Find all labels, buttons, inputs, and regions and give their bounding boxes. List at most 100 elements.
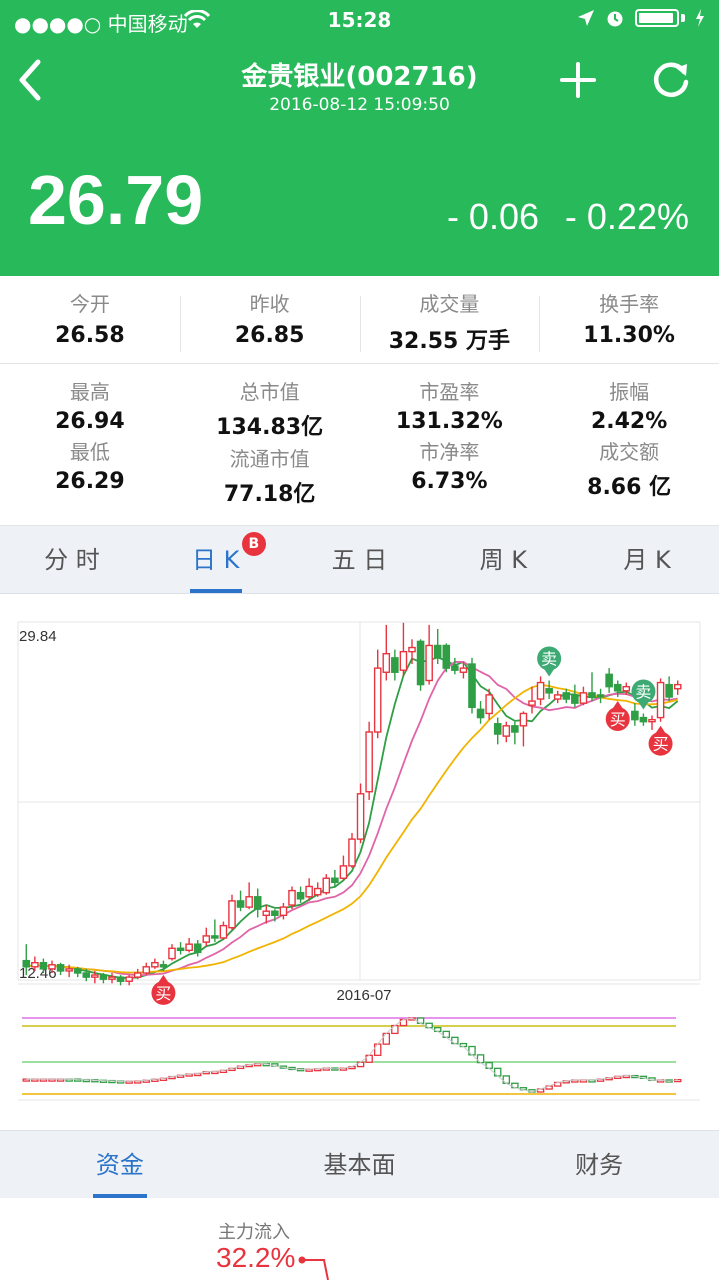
candle-body [511,725,519,733]
candle [151,958,159,969]
candle-body [562,692,571,700]
stat-label: 流通市值 [229,447,310,471]
chart-tabs: 分 时 日 K B 五 日 周 K 月 K [0,526,719,594]
candle [639,713,648,726]
marker-label: 卖 [635,682,651,701]
refresh-button[interactable] [648,56,694,102]
add-watchlist-button[interactable] [556,58,600,102]
candle-body [613,683,622,692]
candles [22,622,682,986]
price-change: - 0.06 [446,196,539,237]
candle-body [468,663,476,708]
tab-active-indicator [189,589,242,593]
price-change-percent: - 0.22% [564,196,689,237]
candle [322,874,331,895]
candle-body [331,877,339,884]
candle-body [356,793,365,840]
stat-label: 换手率 [599,292,660,316]
stat-volume: 成交量 32.55 万手 [359,276,540,363]
indicator-bars [22,1017,682,1093]
candle [588,672,596,702]
candle-body [31,961,39,968]
candle [579,686,588,706]
tab-label: 五 日 [331,546,388,574]
candle [142,962,151,976]
ma20-line [26,683,678,974]
candle [99,972,108,984]
x-axis-label: 2016-07 [336,987,391,1004]
tab-monthly-k[interactable]: 月 K [575,526,719,593]
tab-label: 周 K [479,546,527,574]
candle-body [142,966,151,974]
candle [536,676,545,706]
candle-body [476,708,485,719]
stat-col-market-cap: 总市值 134.83亿 流通市值 77.18亿 [180,364,360,525]
candle-body [271,910,279,917]
indicator-panel [22,1017,682,1095]
candle [631,703,639,726]
candle-body [622,685,631,692]
indicator-bar [502,1075,511,1084]
candle [545,680,553,700]
candle-body [159,964,168,968]
kline-chart[interactable]: 29.84 12.46 2016-07 买卖买卖买 [0,594,719,1130]
main-inflow-value: 32.2% [216,1242,296,1273]
candle [73,966,82,978]
stat-col-amplitude: 振幅 2.42% 成交额 8.66 亿 [539,364,719,525]
candle [656,678,665,722]
tab-fundamentals[interactable]: 基本面 [240,1131,480,1198]
stat-label: 昨收 [249,292,290,316]
candle-body [373,667,382,733]
tab-weekly-k[interactable]: 周 K [431,526,575,593]
candle-body [416,640,425,686]
candle [519,711,528,747]
candle-body [579,692,588,704]
inflow-pointer [298,1256,329,1280]
tab-intraday[interactable]: 分 时 [0,526,144,593]
candle-body [365,731,373,793]
stat-label: 市净率 [419,440,480,464]
tab-funds[interactable]: 资金 [0,1131,240,1198]
candle [391,649,399,681]
candle [399,622,408,677]
stat-label: 振幅 [609,380,650,404]
stat-value: 26.85 [234,323,305,348]
candle [648,715,656,730]
candle [476,701,485,724]
stat-value: 11.30% [583,323,675,348]
stat-value: 26.58 [55,323,125,348]
candle-body [502,725,511,737]
candle [416,639,425,691]
tab-five-day[interactable]: 五 日 [288,526,432,593]
candle-body [288,889,296,906]
candle [331,870,339,887]
candle-body [536,681,545,700]
stat-label: 今开 [69,292,110,316]
candle [313,882,322,897]
candle [168,944,176,961]
marker-label: 买 [653,735,669,754]
alarm-icon [607,11,623,27]
tab-badge: B [241,532,266,556]
candle-body [382,653,391,673]
status-icons [577,8,705,28]
candle [553,690,562,704]
stat-value: 6.73% [411,469,488,494]
candle [511,721,519,745]
stat-value: 77.18亿 [223,482,316,507]
tab-daily-k[interactable]: 日 K B [144,526,288,593]
tab-label: 基本面 [323,1151,396,1179]
candle [133,968,142,980]
stat-label: 市盈率 [419,380,480,404]
indicator-bar [468,1045,476,1056]
buy-marker: 买 [151,974,176,1005]
tab-financials[interactable]: 财务 [479,1131,719,1198]
candle [176,942,185,955]
candle-body [262,910,271,917]
candle [468,657,476,714]
candle-body [631,710,639,721]
status-bar: ●●●●○ 中国移动 15:28 [0,0,719,40]
candle [382,624,391,681]
sell-marker: 卖 [537,646,562,677]
indicator-bar [382,1032,391,1045]
